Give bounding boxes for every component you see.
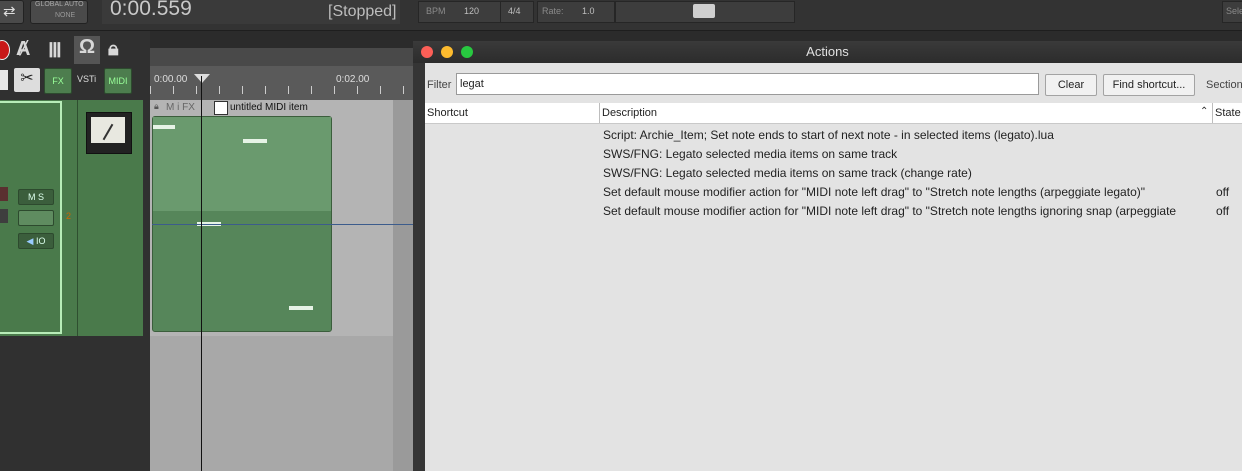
midi-note[interactable] [289,306,313,310]
filter-label: Filter [427,79,452,91]
rate-slider-handle[interactable] [693,4,715,18]
rate-label: Rate: [542,6,564,16]
selection-box[interactable]: Sele [1222,1,1242,23]
item-header: 🔒︎ M i FX untitled MIDI item [152,101,332,115]
midi-button[interactable]: MIDI [104,68,132,94]
item-name: untitled MIDI item [230,102,308,113]
midi-item-icon [214,101,228,115]
rate-box[interactable]: Rate: 1.0 [537,1,615,23]
global-auto-button[interactable]: GLOBAL AUTO NONE [30,0,88,24]
bpm-label: BPM [426,6,446,16]
sort-ascending-icon[interactable]: ⌃ [1200,106,1208,117]
record-arm-button[interactable] [0,187,8,201]
bpm-value: 120 [464,6,480,16]
time-signature: 4/4 [508,6,521,16]
track-envelope-icon[interactable]: ✂ [14,68,40,92]
global-auto-label: GLOBAL AUTO [35,1,84,8]
clear-button[interactable]: Clear [1045,74,1097,96]
filter-input[interactable] [456,73,1039,95]
action-description: SWS/FNG: Legato selected media items on … [603,147,898,161]
track-io-button[interactable] [0,70,8,90]
column-description[interactable]: Description [602,107,657,119]
ruler-marker-2s: 0:02.00 [336,74,370,85]
actions-list[interactable]: Script: Archie_Item; Set note ends to st… [425,124,1242,471]
column-separator[interactable] [599,103,600,123]
speaker-icon: ◀ [26,236,34,246]
window-edge [413,63,425,471]
lock-icon[interactable]: 🔒︎ [108,38,119,61]
list-item[interactable]: Set default mouse modifier action for "M… [425,185,1242,203]
find-shortcut-button[interactable]: Find shortcut... [1103,74,1195,96]
arrange-scrollbar[interactable] [393,100,413,471]
track-number: 2 [66,211,72,221]
repeat-icon: ⇄ [3,3,16,20]
midi-item-upper [153,117,331,211]
action-description: SWS/FNG: Legato selected media items on … [603,166,972,180]
time-signature-box[interactable]: 4/4 [500,1,534,23]
ripple-icon[interactable]: Ⱥ [16,38,30,61]
list-item[interactable]: SWS/FNG: Legato selected media items on … [425,147,1242,165]
column-shortcut[interactable]: Shortcut [427,107,468,119]
region-lane[interactable] [150,48,413,66]
rate-value: 1.0 [582,6,595,16]
rate-slider[interactable] [615,1,795,23]
record-input-button[interactable] [0,209,8,223]
item-flags[interactable]: M i FX [166,102,195,113]
column-separator[interactable] [1212,103,1213,123]
mute-solo-buttons[interactable]: M S [18,189,54,205]
list-item[interactable]: SWS/FNG: Legato selected media items on … [425,166,1242,184]
list-item[interactable]: Set default mouse modifier action for "M… [425,204,1242,222]
column-state[interactable]: State [1215,107,1241,119]
play-status: [Stopped] [328,3,397,20]
track-divider [77,100,78,336]
selection-label: Sele [1226,6,1242,16]
list-header [425,103,1242,124]
record-icon[interactable] [0,40,10,60]
action-state: off [1216,204,1230,218]
empty-track-area[interactable] [150,336,413,471]
action-state: off [1216,185,1230,199]
repeat-button[interactable]: ⇄ [0,0,24,24]
window-title: Actions [806,44,849,59]
action-description: Script: Archie_Item; Set note ends to st… [603,128,1054,142]
snap-icon[interactable]: Ω [74,36,100,64]
vu-meter-icon [86,112,132,154]
io-button[interactable]: ◀ IO [18,233,54,249]
edit-cursor [201,76,202,471]
timeline-ruler[interactable]: 0:00.00 0:02.00 [150,66,413,100]
action-description: Set default mouse modifier action for "M… [603,204,1177,218]
section-label: Section [1206,79,1242,91]
center-line [152,224,413,225]
vsti-label: VSTi [77,74,97,84]
list-item[interactable]: Script: Archie_Item; Set note ends to st… [425,128,1242,146]
track-fx-chain-button[interactable] [18,210,54,226]
item-lock-icon[interactable]: 🔒︎ [154,101,159,112]
grid-icon[interactable]: Ⅲ [48,38,62,63]
global-auto-value: NONE [55,12,76,19]
fx-button[interactable]: FX [44,68,72,94]
time-readout: 0:00.559 [110,0,192,20]
track-header-row: ✂ FX VSTi MIDI [0,66,140,96]
midi-note[interactable] [153,125,175,129]
ruler-marker-start: 0:00.00 [154,74,188,85]
io-label: IO [35,236,46,246]
play-cursor-marker-icon[interactable] [194,74,210,83]
midi-note[interactable] [243,139,267,143]
toolbar: Ⱥ Ⅲ Ω 🔒︎ [0,36,140,66]
action-description: Set default mouse modifier action for "M… [603,185,1145,199]
